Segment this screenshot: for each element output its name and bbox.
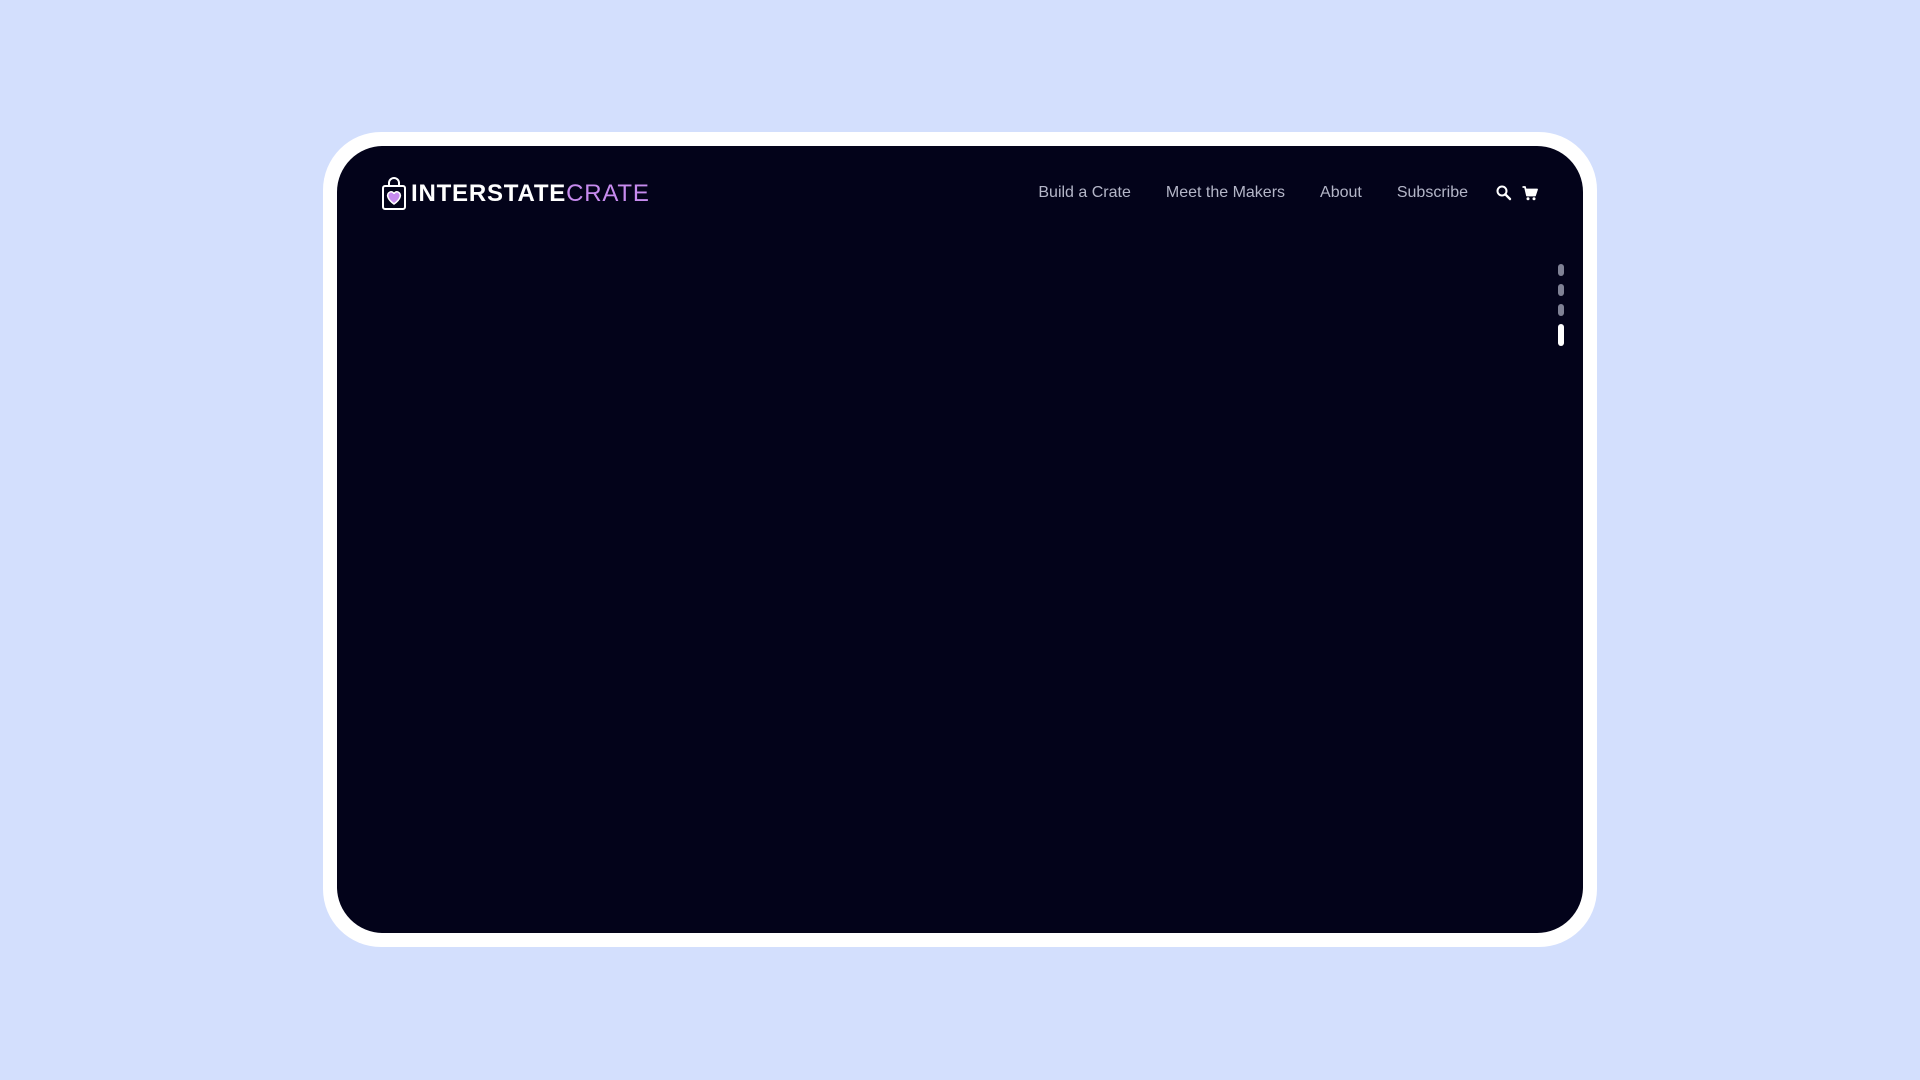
cart-icon[interactable] xyxy=(1521,184,1539,202)
pager-dot-active[interactable] xyxy=(1558,324,1564,346)
brand-name-bold: INTERSTATE xyxy=(411,180,567,207)
nav-link-subscribe[interactable]: Subscribe xyxy=(1397,184,1468,202)
pager-dot[interactable] xyxy=(1558,264,1564,276)
nav-link-about[interactable]: About xyxy=(1320,184,1362,202)
nav-actions xyxy=(1495,184,1539,202)
section-pager xyxy=(1558,264,1564,346)
main-nav: Build a Crate Meet the Makers About Subs… xyxy=(1038,184,1468,202)
brand-name: INTERSTATECRATE xyxy=(411,182,650,206)
brand-logo[interactable]: INTERSTATECRATE xyxy=(381,174,650,214)
pager-dot[interactable] xyxy=(1558,304,1564,316)
brand-name-light: CRATE xyxy=(566,180,650,207)
search-icon[interactable] xyxy=(1495,184,1513,202)
nav-link-build-a-crate[interactable]: Build a Crate xyxy=(1038,184,1131,202)
nav-link-meet-the-makers[interactable]: Meet the Makers xyxy=(1166,184,1285,202)
website-screen: INTERSTATECRATE Build a Crate Meet the M… xyxy=(337,146,1583,933)
navbar: INTERSTATECRATE Build a Crate Meet the M… xyxy=(337,146,1583,242)
device-frame: INTERSTATECRATE Build a Crate Meet the M… xyxy=(323,132,1597,947)
shopping-bag-heart-icon xyxy=(382,177,406,210)
pager-dot[interactable] xyxy=(1558,284,1564,296)
